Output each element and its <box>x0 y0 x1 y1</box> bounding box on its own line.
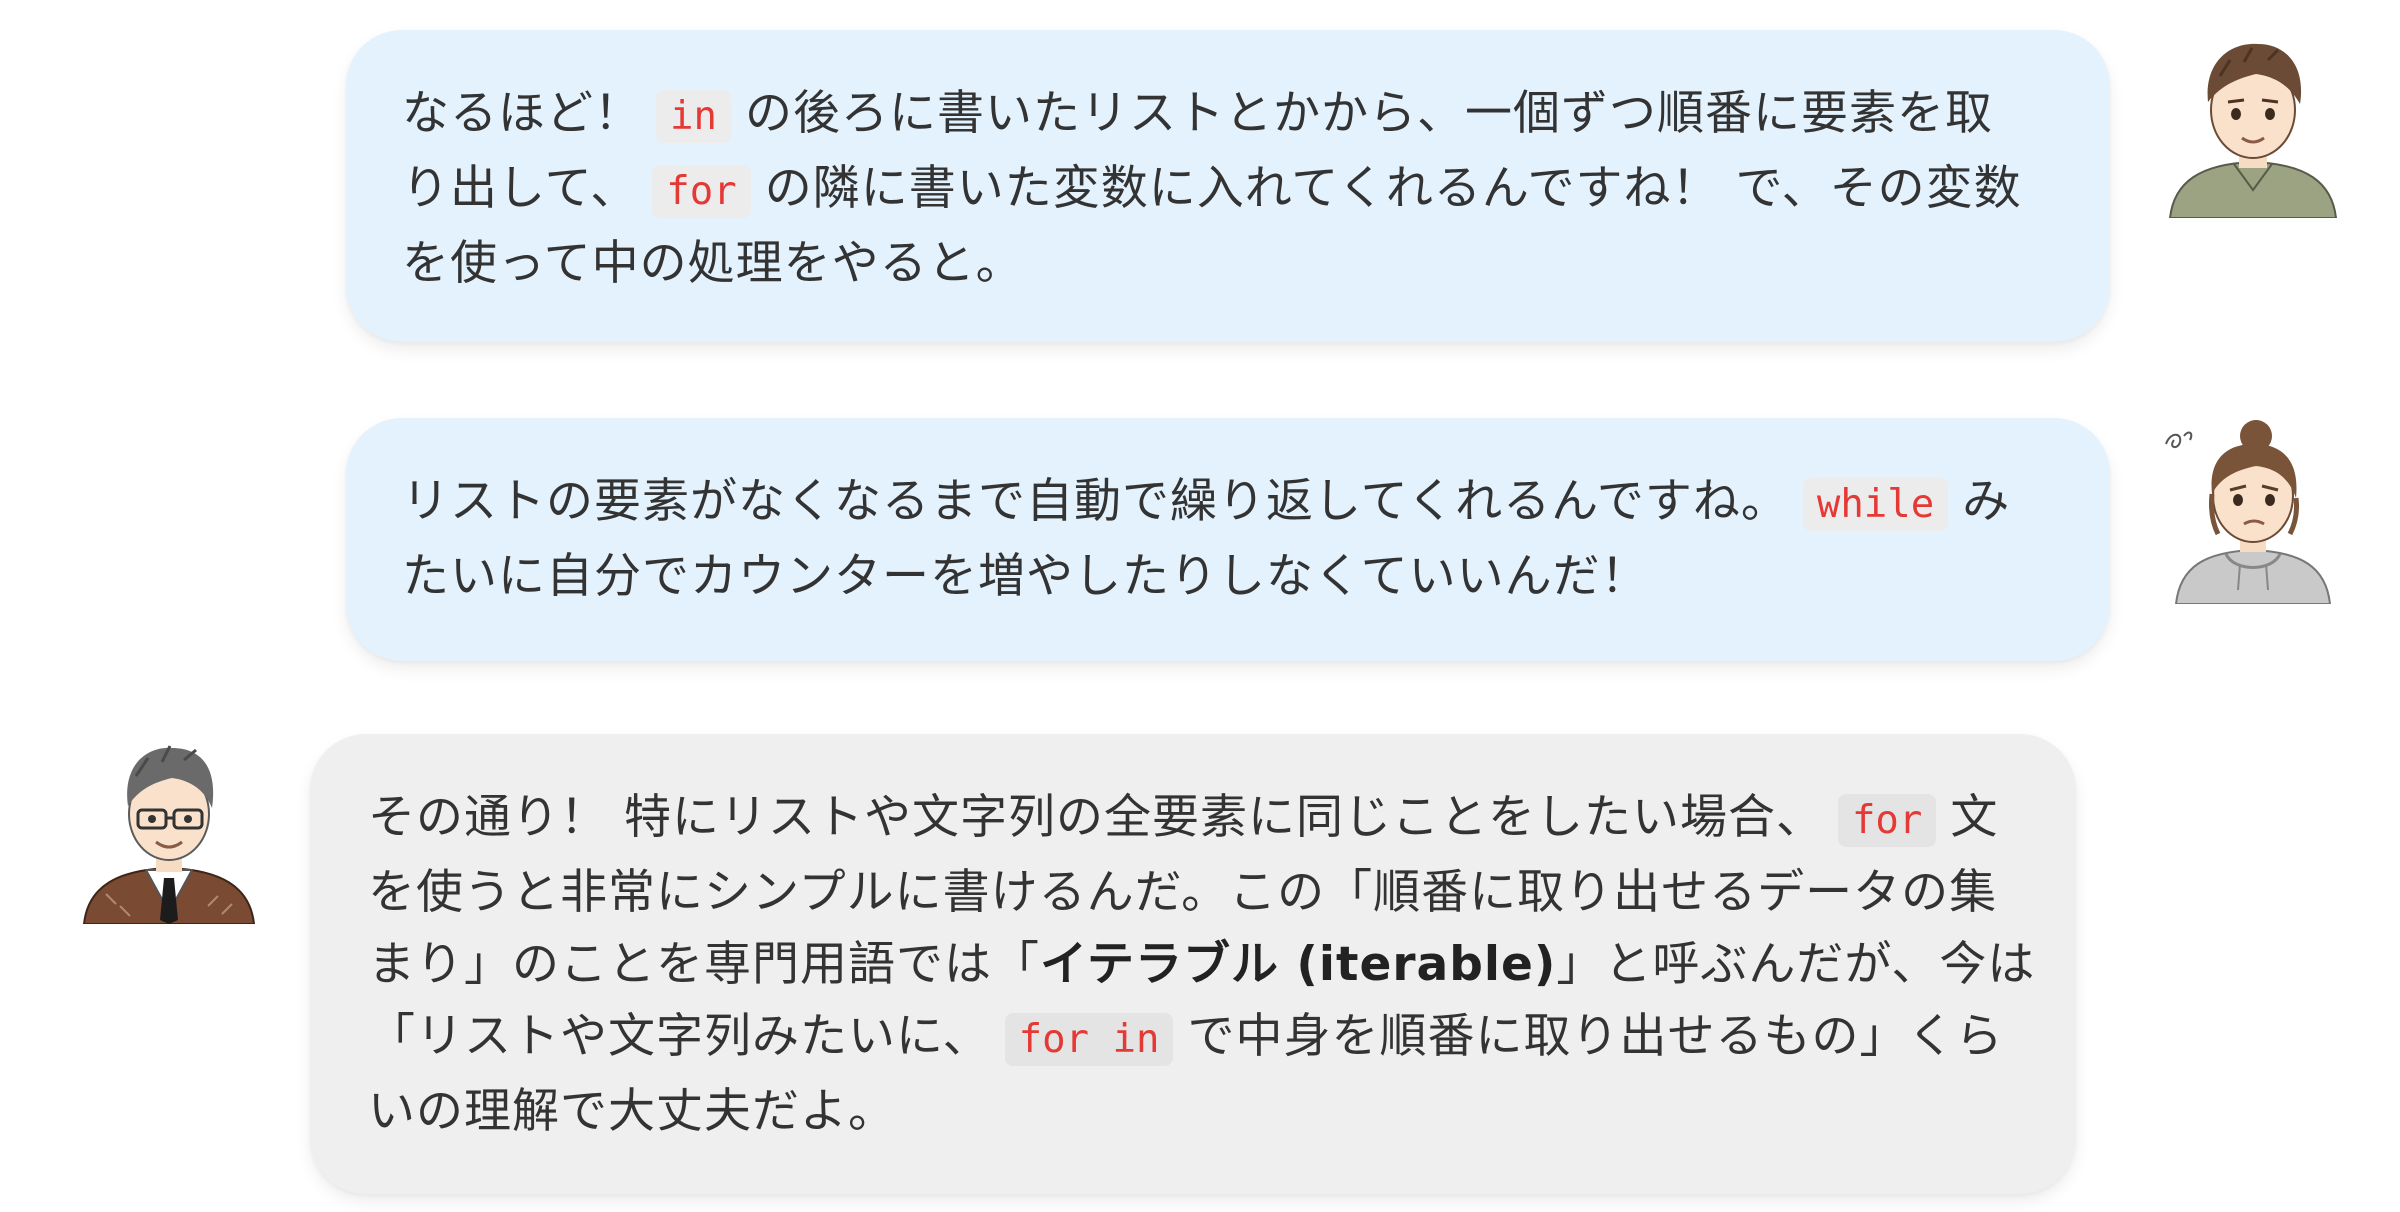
inline-code: in <box>656 90 731 143</box>
message-line: 「リストや文字列みたいに、 for in で中身を順番に取り出せるもの」くら <box>368 1001 2036 1076</box>
message-line: リストの要素がなくなるまで自動で繰り返してくれるんですね。 while み <box>402 466 2070 541</box>
text-segment: の隣に書いた変数に入れてくれるんですね！ で、その変数 <box>764 161 2022 216</box>
girl-avatar-icon <box>2160 414 2346 605</box>
bold-term: イテラブル (iterable) <box>1040 937 1557 992</box>
message-line: を使って中の処理をやると。 <box>402 228 2070 300</box>
text-segment: 「リストや文字列みたいに、 <box>368 1009 991 1064</box>
text-segment: 」と呼ぶんだが、今は <box>1556 937 2036 992</box>
teacher-avatar-icon <box>76 734 262 925</box>
text-segment: なるほど！ <box>402 86 642 141</box>
message-line: いの理解で大丈夫だよ。 <box>368 1076 2036 1148</box>
message-bubble-boy: なるほど！ in の後ろに書いたリストとかから、一個ずつ順番に要素を取 り出して、 f… <box>346 30 2110 342</box>
text-segment: み <box>1962 474 2011 529</box>
inline-code: for <box>652 165 751 218</box>
text-segment: り出して、 <box>402 161 639 216</box>
message-bubble-girl: リストの要素がなくなるまで自動で繰り返してくれるんですね。 while み たいに自… <box>346 418 2110 661</box>
message-text: リストの要素がなくなるまで自動で繰り返してくれるんですね。 while み たいに自… <box>402 466 2070 613</box>
text-segment: まり」のことを専門用語では「 <box>368 937 1040 992</box>
message-bubble-teacher: その通り！ 特にリストや文字列の全要素に同じことをしたい場合、 for 文 を使うと… <box>310 734 2076 1194</box>
inline-code: for in <box>1004 1013 1174 1066</box>
inline-code: for <box>1837 794 1937 847</box>
text-segment: いの理解で大丈夫だよ。 <box>368 1084 896 1139</box>
message-line: まり」のことを専門用語では「イテラブル (iterable)」と呼ぶんだが、今は <box>368 929 2036 1001</box>
inline-code: while <box>1802 478 1949 531</box>
message-line: その通り！ 特にリストや文字列の全要素に同じことをしたい場合、 for 文 <box>368 782 2036 857</box>
message-line: たいに自分でカウンターを増やしたりしなくていいんだ！ <box>402 541 2070 613</box>
text-segment: たいに自分でカウンターを増やしたりしなくていいんだ！ <box>402 549 1649 604</box>
text-segment: で中身を順番に取り出せるもの」くら <box>1187 1009 2004 1064</box>
text-segment: リストの要素がなくなるまで自動で繰り返してくれるんですね。 <box>402 474 1789 529</box>
text-segment: を使うと非常にシンプルに書けるんだ。この「順番に取り出せるデータの集 <box>368 865 1998 920</box>
text-segment: の後ろに書いたリストとかから、一個ずつ順番に要素を取 <box>744 86 1993 141</box>
text-segment: 文 <box>1950 790 1999 845</box>
message-line: を使うと非常にシンプルに書けるんだ。この「順番に取り出せるデータの集 <box>368 857 2036 929</box>
message-text: その通り！ 特にリストや文字列の全要素に同じことをしたい場合、 for 文 を使うと… <box>368 782 2036 1148</box>
message-line: なるほど！ in の後ろに書いたリストとかから、一個ずつ順番に要素を取 <box>402 78 2070 153</box>
boy-avatar-icon <box>2160 32 2346 219</box>
message-line: り出して、 for の隣に書いた変数に入れてくれるんですね！ で、その変数 <box>402 153 2070 228</box>
message-text: なるほど！ in の後ろに書いたリストとかから、一個ずつ順番に要素を取 り出して、 f… <box>402 78 2070 300</box>
text-segment: を使って中の処理をやると。 <box>402 236 1024 291</box>
text-segment: その通り！ 特にリストや文字列の全要素に同じことをしたい場合、 <box>368 790 1824 845</box>
